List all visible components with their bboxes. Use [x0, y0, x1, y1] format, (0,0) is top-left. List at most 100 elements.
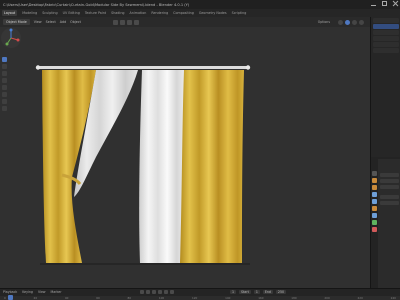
tab-texture-paint[interactable]: Texture Paint — [85, 11, 106, 15]
menu-playback[interactable]: Playback — [3, 290, 17, 294]
snap-icon[interactable] — [126, 19, 132, 25]
ruler-tick: 100 — [158, 296, 165, 300]
outliner[interactable] — [371, 17, 400, 157]
material-shading-icon[interactable] — [352, 19, 357, 25]
next-key-icon[interactable] — [164, 290, 168, 294]
jump-end-icon[interactable] — [170, 290, 174, 294]
tab-sculpting[interactable]: Sculpting — [42, 11, 57, 15]
minimize-icon[interactable] — [371, 1, 376, 6]
window-controls — [371, 1, 398, 6]
cursor-icon[interactable] — [2, 64, 7, 69]
data-properties-icon[interactable] — [372, 220, 377, 225]
end-frame-field[interactable]: 250 — [275, 290, 287, 294]
ruler-tick: 40 — [64, 296, 69, 300]
navigation-gizmo-icon[interactable] — [0, 27, 22, 49]
outliner-row[interactable] — [373, 42, 399, 47]
outliner-row[interactable] — [373, 48, 399, 53]
ruler-tick: 240 — [390, 296, 396, 300]
select-box-icon[interactable] — [2, 57, 7, 62]
render-properties-icon[interactable] — [372, 178, 377, 183]
close-icon[interactable] — [393, 1, 398, 6]
rod-end-left — [35, 65, 41, 70]
ruler-tick: 20 — [33, 296, 38, 300]
tab-uv-editing[interactable]: UV Editing — [63, 11, 80, 15]
right-panel — [370, 17, 400, 288]
toolbar-left — [2, 57, 7, 111]
property-field[interactable] — [380, 179, 399, 183]
transform-tools — [112, 19, 139, 25]
property-field[interactable] — [380, 201, 399, 205]
tab-layout[interactable]: Layout — [2, 10, 18, 16]
playback-controls — [140, 290, 174, 294]
ruler-tick: 60 — [96, 296, 100, 300]
tab-scripting[interactable]: Scripting — [232, 11, 247, 15]
ruler-tick: 180 — [291, 296, 297, 300]
rendered-shading-icon[interactable] — [359, 19, 364, 25]
window-title: C:\Users\User\Desktop\Fabric\Curtain\Cur… — [3, 2, 190, 7]
tab-modeling[interactable]: Modeling — [22, 11, 37, 15]
options-dropdown[interactable]: Options — [318, 20, 330, 24]
outliner-row[interactable] — [373, 36, 399, 41]
frame-ruler[interactable]: 0 20 40 60 80 100 120 140 160 180 200 22… — [0, 296, 400, 300]
start-frame-field[interactable]: 1 — [253, 290, 260, 294]
menu-timeline-view[interactable]: View — [38, 290, 46, 294]
output-properties-icon[interactable] — [372, 185, 377, 190]
menu-keying[interactable]: Keying — [22, 290, 33, 294]
menu-select[interactable]: Select — [46, 20, 56, 24]
solid-shading-icon[interactable] — [345, 19, 350, 25]
play-reverse-icon[interactable] — [152, 290, 156, 294]
curtain-rod — [38, 66, 248, 69]
jump-start-icon[interactable] — [140, 290, 144, 294]
property-field[interactable] — [380, 173, 399, 177]
workspace-tabs: Layout Modeling Sculpting UV Editing Tex… — [0, 9, 400, 17]
world-properties-icon[interactable] — [372, 199, 377, 204]
tab-rendering[interactable]: Rendering — [151, 11, 168, 15]
right-gold-curtain — [180, 70, 244, 263]
playhead[interactable] — [8, 295, 13, 300]
wireframe-shading-icon[interactable] — [338, 19, 343, 25]
object-properties-icon[interactable] — [372, 206, 377, 211]
material-properties-icon[interactable] — [372, 227, 377, 232]
tab-animation[interactable]: Animation — [130, 11, 147, 15]
outliner-row[interactable] — [373, 18, 399, 23]
outliner-row[interactable] — [373, 24, 399, 29]
rotate-icon[interactable] — [2, 78, 7, 83]
tab-shading[interactable]: Shading — [111, 11, 124, 15]
tool-properties-icon[interactable] — [372, 171, 377, 176]
move-icon[interactable] — [2, 71, 7, 76]
property-field[interactable] — [380, 195, 399, 199]
shading-modes — [338, 19, 364, 25]
3d-viewport[interactable] — [0, 27, 370, 288]
title-bar: C:\Users\User\Desktop\Fabric\Curtain\Cur… — [0, 0, 400, 9]
outliner-row[interactable] — [373, 30, 399, 35]
playback-icon[interactable] — [158, 290, 162, 294]
scale-icon[interactable] — [2, 85, 7, 90]
menu-marker[interactable]: Marker — [51, 290, 62, 294]
measure-icon[interactable] — [2, 106, 7, 111]
transform-icon[interactable] — [2, 92, 7, 97]
object-mode-dropdown[interactable]: Object Mode — [3, 19, 30, 25]
transform-orientation-icon[interactable] — [112, 19, 118, 25]
ruler-tick: 0 — [4, 296, 6, 300]
rod-end-right — [245, 65, 251, 70]
ruler-tick: 160 — [258, 296, 264, 300]
proportional-edit-icon[interactable] — [133, 19, 139, 25]
modifier-properties-icon[interactable] — [372, 213, 377, 218]
menu-object[interactable]: Object — [70, 20, 81, 24]
maximize-icon[interactable] — [382, 1, 387, 6]
annotate-icon[interactable] — [2, 99, 7, 104]
ruler-tick: 120 — [191, 296, 198, 300]
properties-tabs — [371, 159, 378, 288]
pivot-icon[interactable] — [119, 19, 125, 25]
property-field[interactable] — [380, 185, 399, 189]
tab-compositing[interactable]: Compositing — [173, 11, 194, 15]
prev-key-icon[interactable] — [146, 290, 150, 294]
floor-shadow — [40, 263, 250, 265]
tab-geometry-nodes[interactable]: Geometry Nodes — [199, 11, 227, 15]
menu-view[interactable]: View — [34, 20, 42, 24]
current-frame-field[interactable]: 1 — [230, 290, 237, 294]
scene-properties-icon[interactable] — [372, 192, 377, 197]
start-label: Start — [239, 290, 251, 294]
menu-add[interactable]: Add — [60, 20, 66, 24]
ruler-tick: 220 — [357, 296, 363, 300]
